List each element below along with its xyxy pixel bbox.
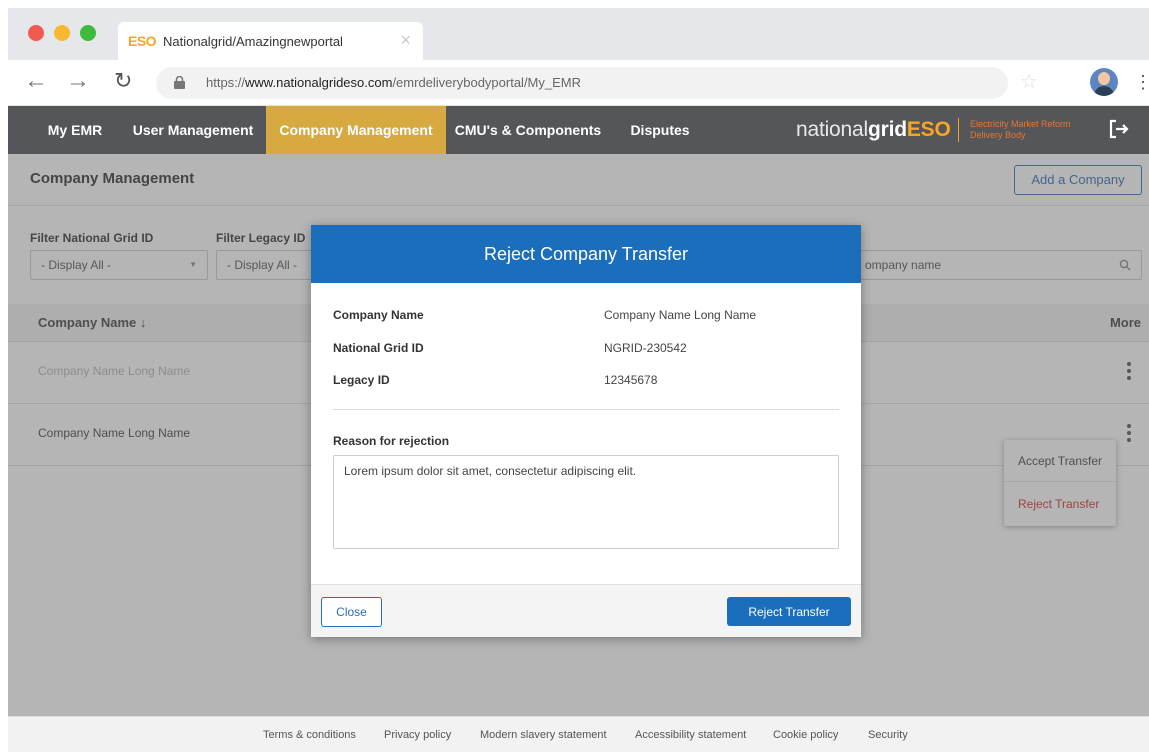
nav-cmus-components[interactable]: CMU's & Components bbox=[446, 106, 610, 154]
national-grid-id-value: NGRID-230542 bbox=[604, 341, 687, 355]
browser-addressbar: ← → ↻ https://www.nationalgrideso.com/em… bbox=[8, 60, 1149, 106]
company-name-label: Company Name bbox=[333, 308, 424, 322]
nav-company-management[interactable]: Company Management bbox=[266, 106, 446, 154]
footer-link-security[interactable]: Security bbox=[868, 729, 908, 741]
footer-link-cookie[interactable]: Cookie policy bbox=[773, 729, 838, 741]
nationalgrid-eso-logo: nationalgridESO bbox=[796, 118, 951, 141]
nav-disputes[interactable]: Disputes bbox=[610, 106, 710, 154]
reason-textarea[interactable]: Lorem ipsum dolor sit amet, consectetur … bbox=[333, 455, 839, 549]
brand-subtitle: Electricity Market Reform Delivery Body bbox=[970, 119, 1071, 140]
company-name-value: Company Name Long Name bbox=[604, 308, 757, 322]
reload-icon[interactable]: ↻ bbox=[114, 69, 132, 93]
close-button[interactable]: Close bbox=[321, 597, 382, 627]
url-text: https://www.nationalgrideso.com/emrdeliv… bbox=[206, 75, 582, 90]
modal-footer: Close Reject Transfer bbox=[311, 584, 861, 637]
logout-icon[interactable] bbox=[1108, 118, 1130, 140]
footer-link-privacy[interactable]: Privacy policy bbox=[384, 729, 451, 741]
back-arrow-icon[interactable]: ← bbox=[24, 69, 48, 93]
browser-titlebar: ESO Nationalgrid/Amazingnewportal × bbox=[8, 8, 1149, 60]
avatar[interactable] bbox=[1090, 68, 1118, 96]
brand-divider bbox=[958, 118, 959, 142]
legacy-id-label: Legacy ID bbox=[333, 373, 390, 387]
page-footer: Terms & conditions Privacy policy Modern… bbox=[8, 716, 1149, 752]
footer-link-terms[interactable]: Terms & conditions bbox=[263, 729, 356, 741]
reject-transfer-modal: Reject Company Transfer Company Name Com… bbox=[311, 225, 861, 637]
browser-tab[interactable]: ESO Nationalgrid/Amazingnewportal × bbox=[118, 22, 423, 60]
footer-link-modern-slavery[interactable]: Modern slavery statement bbox=[480, 729, 607, 741]
app-navbar: My EMR User Management Company Managemen… bbox=[8, 106, 1149, 154]
modal-title: Reject Company Transfer bbox=[483, 244, 689, 264]
footer-link-accessibility[interactable]: Accessibility statement bbox=[635, 729, 746, 741]
window-maximize-dot[interactable] bbox=[80, 25, 96, 41]
reason-label: Reason for rejection bbox=[333, 434, 450, 448]
eso-logo-icon: ESO bbox=[128, 33, 157, 49]
window-minimize-dot[interactable] bbox=[54, 25, 70, 41]
nav-my-emr[interactable]: My EMR bbox=[30, 106, 120, 154]
reject-transfer-button[interactable]: Reject Transfer bbox=[727, 597, 851, 626]
nav-user-management[interactable]: User Management bbox=[120, 106, 266, 154]
kebab-icon[interactable]: ⋮ bbox=[1134, 72, 1149, 92]
forward-arrow-icon[interactable]: → bbox=[66, 69, 90, 93]
url-bar[interactable]: https://www.nationalgrideso.com/emrdeliv… bbox=[156, 67, 1008, 99]
tab-title: Nationalgrid/Amazingnewportal bbox=[163, 34, 343, 49]
tab-close-icon[interactable]: × bbox=[400, 30, 411, 51]
lock-icon bbox=[174, 76, 185, 89]
legacy-id-value: 12345678 bbox=[604, 373, 658, 387]
window-close-dot[interactable] bbox=[28, 25, 44, 41]
modal-header: Reject Company Transfer bbox=[311, 225, 861, 283]
national-grid-id-label: National Grid ID bbox=[333, 341, 424, 355]
star-icon[interactable]: ☆ bbox=[1020, 72, 1038, 92]
modal-divider bbox=[333, 409, 839, 410]
browser-window: ESO Nationalgrid/Amazingnewportal × ← → … bbox=[8, 8, 1149, 752]
